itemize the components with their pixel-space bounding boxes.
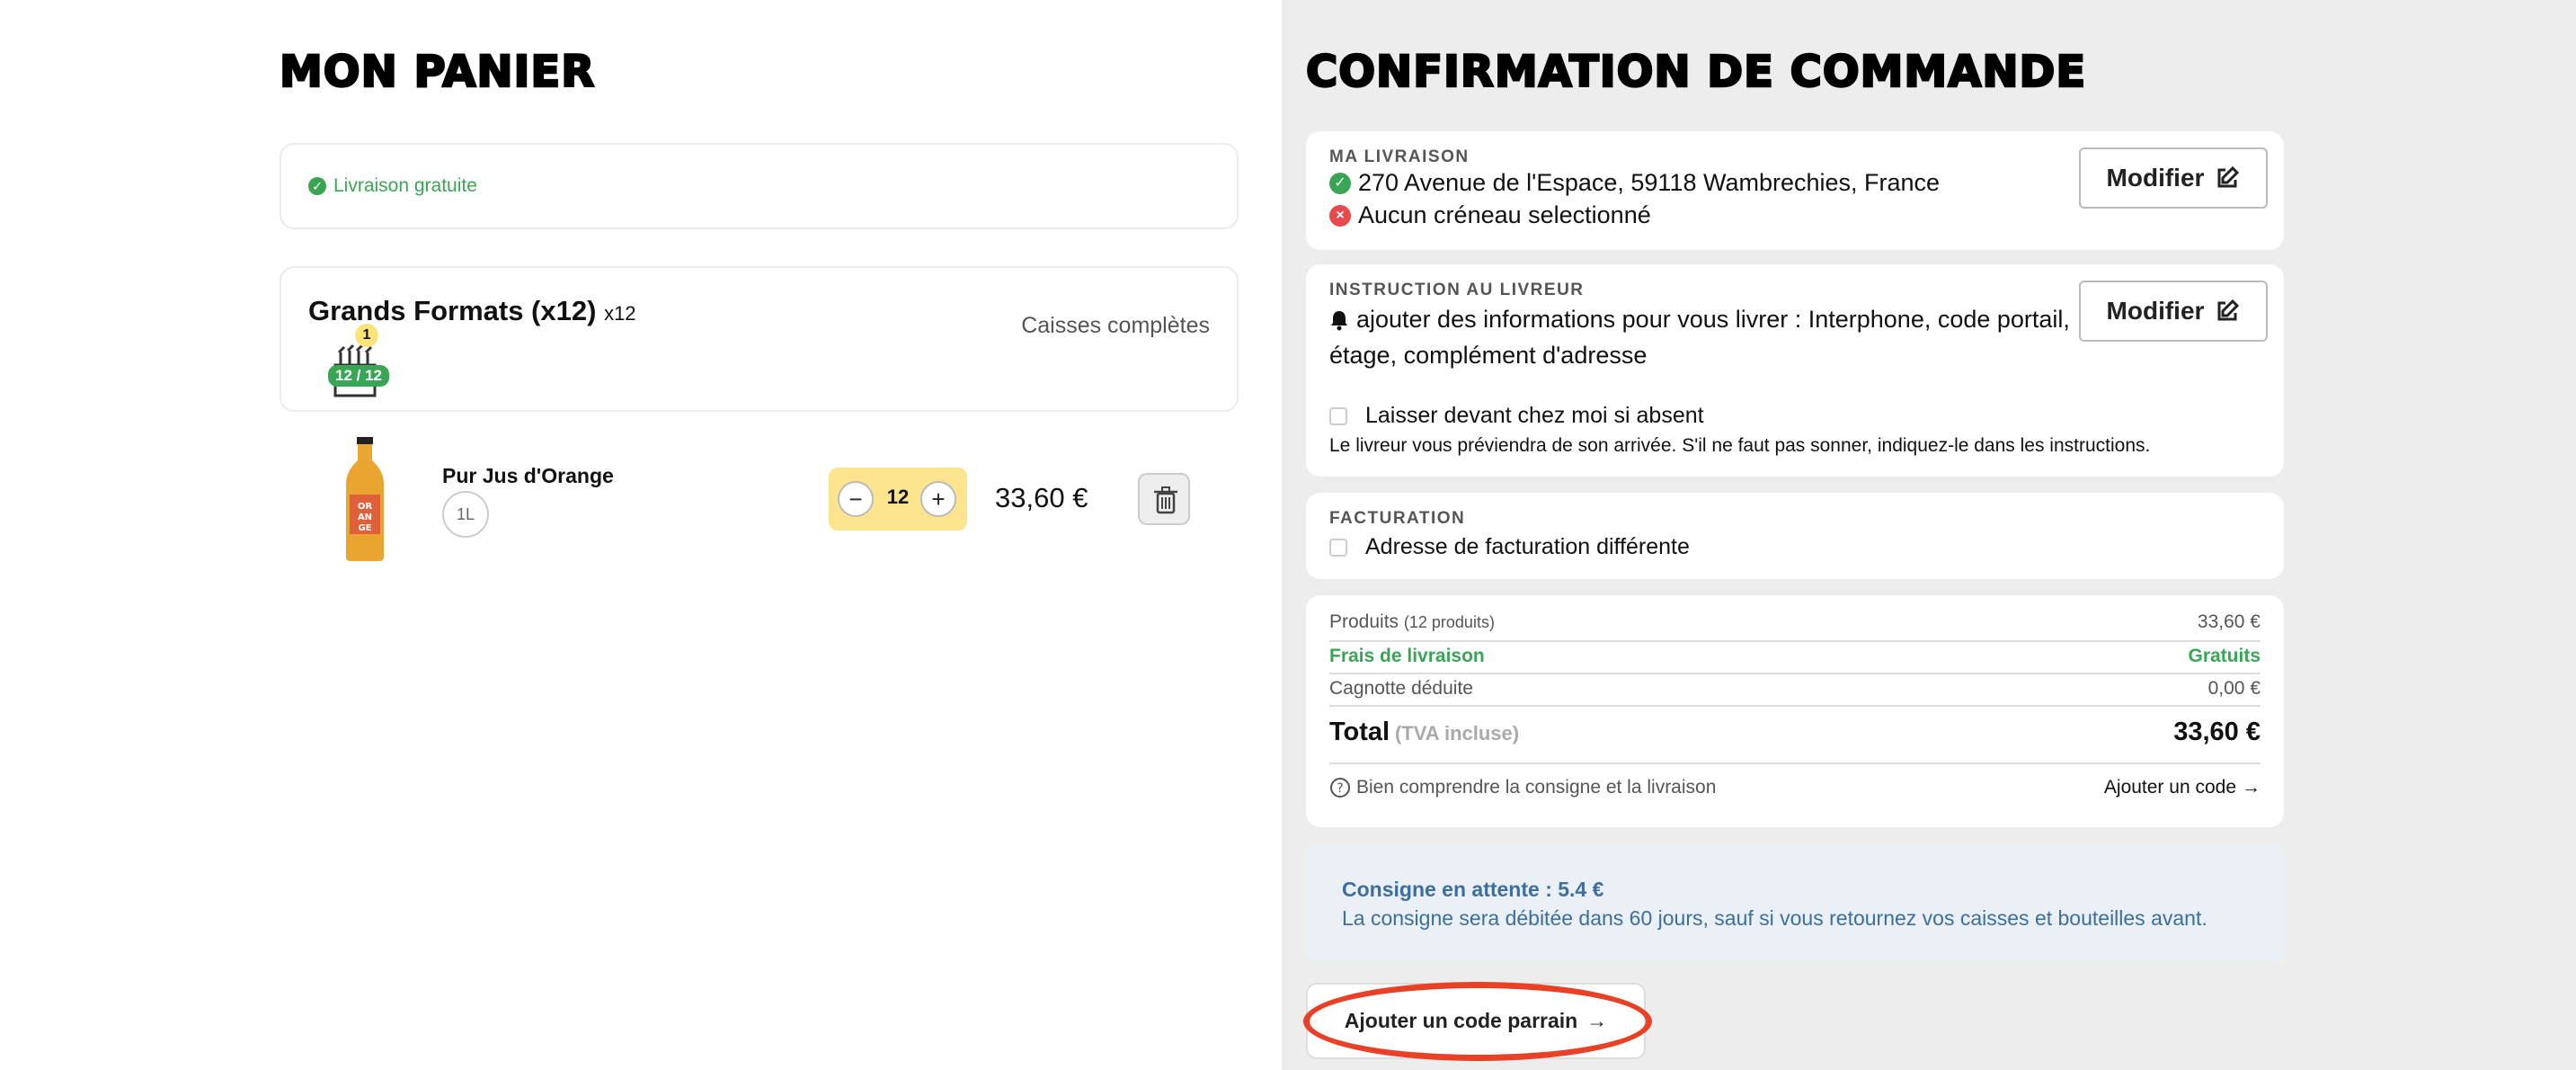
check-icon: ✓ — [308, 177, 326, 195]
crate-count-badge: 1 — [355, 324, 378, 347]
add-code-text: Ajouter un code — [2103, 777, 2236, 798]
svg-text:OR: OR — [358, 502, 373, 512]
arrow-right-icon: → — [2242, 777, 2261, 798]
billing-label: FACTURATION — [1329, 509, 1466, 528]
delivery-address: 270 Avenue de l'Espace, 59118 Wambrechie… — [1358, 169, 1941, 196]
instruction-label: INSTRUCTION AU LIVREUR — [1329, 281, 1585, 299]
delivery-label: MA LIVRAISON — [1329, 147, 1470, 166]
products-label: Produits — [1329, 611, 1399, 632]
add-referral-code-button[interactable]: Ajouter un code parrain → — [1306, 983, 1646, 1059]
bell-icon — [1331, 310, 1347, 330]
leave-at-door-checkbox[interactable] — [1329, 406, 1347, 425]
instruction-note: Le livreur vous préviendra de son arrivé… — [1329, 435, 2151, 456]
total-value: 33,60 € — [2173, 718, 2261, 746]
svg-text:?: ? — [1337, 781, 1343, 796]
check-icon: ✓ — [1329, 172, 1351, 194]
edit-icon — [2217, 165, 2240, 188]
billing-card: FACTURATION Adresse de facturation diffé… — [1306, 493, 2284, 579]
shipping-label: Frais de livraison — [1329, 646, 1485, 666]
consigne-help-link[interactable]: ? Bien comprendre la consigne et la livr… — [1329, 777, 1716, 798]
product-size-badge: 1L — [442, 491, 489, 538]
total-tax-note: (TVA incluse) — [1394, 722, 1520, 745]
arrow-right-icon: → — [1586, 1009, 1608, 1032]
add-code-link[interactable]: Ajouter un code → — [2104, 777, 2261, 798]
consigne-help-text: Bien comprendre la consigne et la livrai… — [1356, 777, 1717, 798]
edit-instruction-label: Modifier — [2106, 297, 2205, 325]
trash-icon — [1154, 486, 1177, 514]
products-value: 33,60 € — [2197, 611, 2261, 632]
jackpot-label: Cagnotte déduite — [1329, 678, 1473, 699]
different-billing-label: Adresse de facturation différente — [1365, 534, 1690, 559]
box-format-card: Grands Formats (x12) x12 1 12 / 12 Caiss… — [280, 266, 1239, 412]
edit-delivery-button[interactable]: Modifier — [2079, 147, 2268, 209]
different-billing-checkbox[interactable] — [1329, 538, 1347, 557]
increase-quantity-button[interactable]: + — [920, 481, 956, 517]
instruction-text-line2[interactable]: étage, complément d'adresse — [1329, 342, 1647, 370]
delivery-instruction-card: INSTRUCTION AU LIVREUR ajouter des infor… — [1306, 264, 2284, 477]
instruction-text-line1[interactable]: ajouter des informations pour vous livre… — [1356, 306, 2070, 334]
box-format-title: Grands Formats (x12) — [308, 295, 597, 326]
deposit-text: La consigne sera débitée dans 60 jours, … — [1342, 906, 2207, 930]
products-count: (12 produits) — [1403, 613, 1495, 631]
product-name: Pur Jus d'Orange — [442, 464, 614, 487]
decrease-quantity-button[interactable]: − — [838, 481, 874, 517]
add-referral-code-label: Ajouter un code parrain — [1344, 1009, 1578, 1032]
cart-title: MON PANIER — [279, 46, 596, 99]
quantity-value: 12 — [886, 486, 910, 508]
svg-text:AN: AN — [358, 513, 372, 522]
crate-fill-badge: 12 / 12 — [328, 365, 389, 387]
deposit-info-banner: Consigne en attente : 5.4 € La consigne … — [1306, 845, 2284, 962]
free-shipping-banner: ✓ Livraison gratuite — [280, 143, 1239, 229]
error-icon: × — [1329, 204, 1351, 227]
svg-text:GE: GE — [358, 523, 371, 533]
edit-icon — [2217, 299, 2240, 321]
edit-delivery-label: Modifier — [2106, 164, 2205, 192]
deposit-title: Consigne en attente : 5.4 € — [1342, 878, 1604, 901]
cart-item: OR AN GE Pur Jus d'Orange 1L − 12 + 33,6… — [280, 423, 1239, 575]
free-shipping-text: Livraison gratuite — [333, 175, 477, 196]
order-summary-card: Produits (12 produits) 33,60 € Frais de … — [1306, 595, 2284, 827]
leave-at-door-label: Laisser devant chez moi si absent — [1365, 403, 1704, 428]
quantity-stepper: − 12 + — [829, 468, 967, 531]
delivery-card: MA LIVRAISON ✓ 270 Avenue de l'Espace, 5… — [1306, 131, 2284, 250]
delivery-slot: Aucun créneau selectionné — [1358, 201, 1651, 228]
box-status: Caisses complètes — [1021, 313, 1210, 338]
confirmation-title: CONFIRMATION DE COMMANDE — [1305, 46, 2087, 99]
remove-item-button[interactable] — [1138, 473, 1190, 525]
jackpot-value: 0,00 € — [2207, 678, 2261, 699]
orange-juice-bottle-image: OR AN GE — [346, 437, 384, 561]
box-format-multiplier: x12 — [604, 302, 636, 325]
shipping-value: Gratuits — [2188, 646, 2261, 666]
help-icon: ? — [1330, 778, 1350, 798]
edit-instruction-button[interactable]: Modifier — [2079, 281, 2268, 342]
total-label: Total — [1329, 718, 1390, 746]
item-price: 33,60 € — [995, 482, 1088, 513]
cart-panel: MON PANIER ✓ Livraison gratuite Grands F… — [0, 0, 1282, 1070]
